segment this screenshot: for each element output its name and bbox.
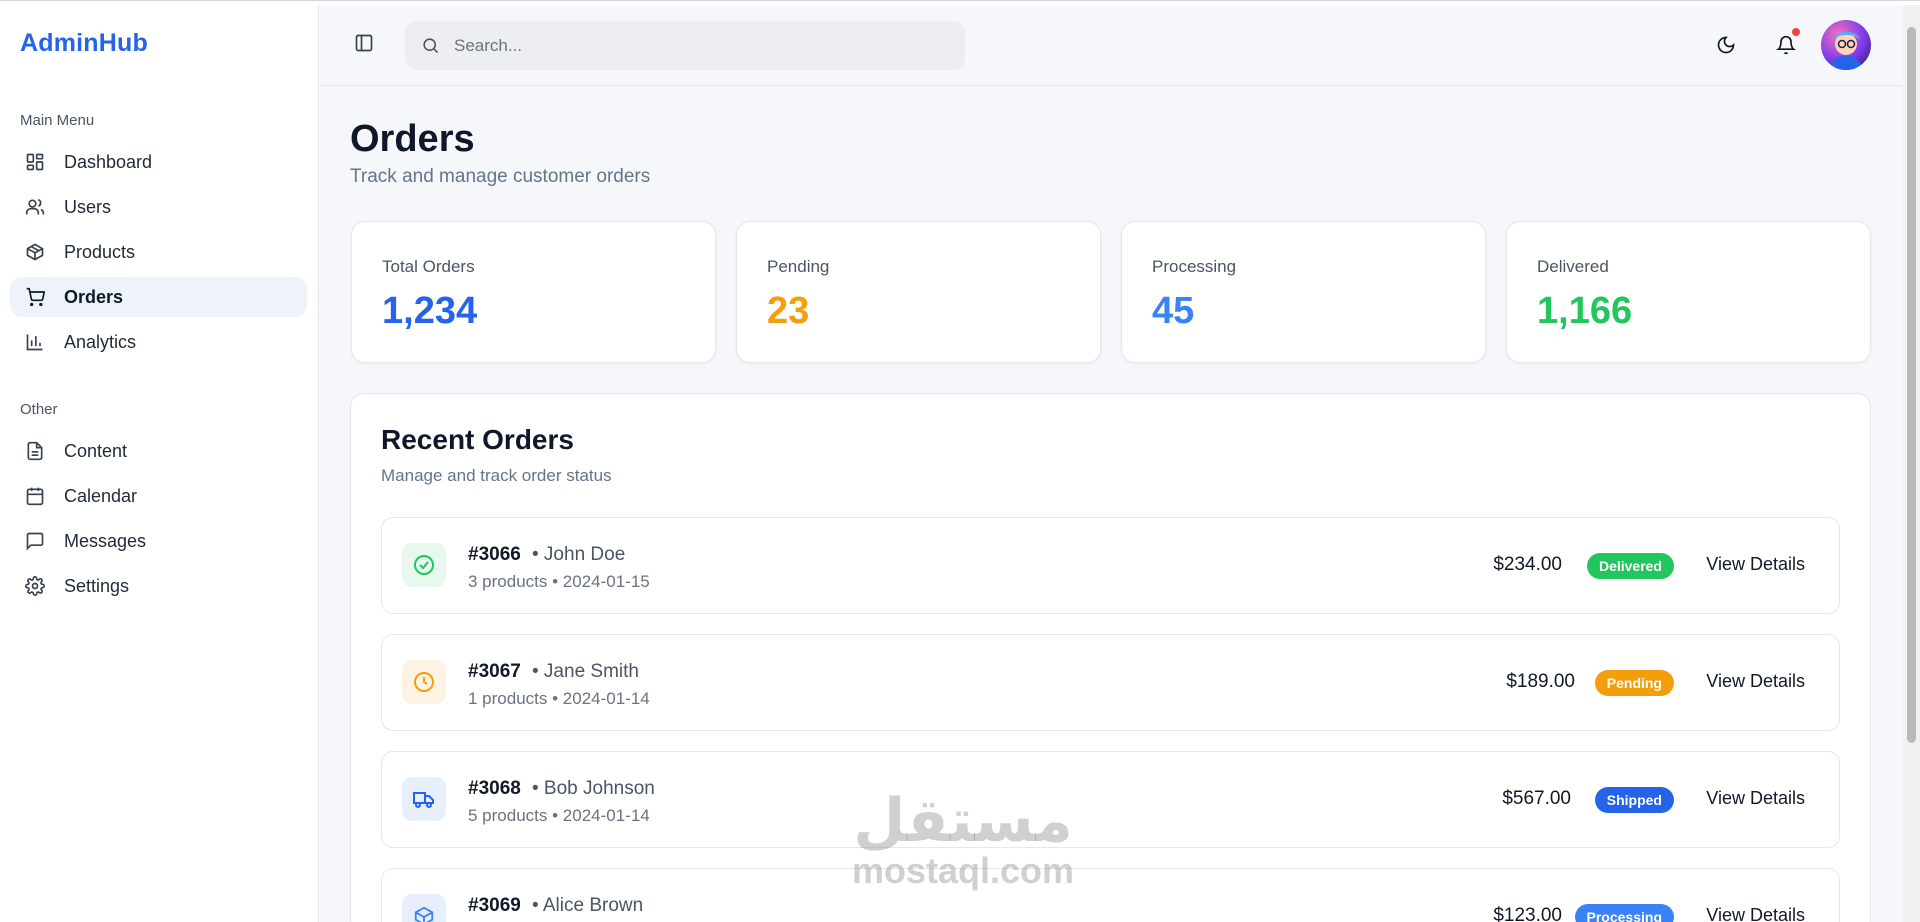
order-amount: $123.00 — [1493, 905, 1562, 922]
order-amount: $234.00 — [1493, 554, 1562, 575]
message-icon — [24, 530, 46, 552]
order-id: #3066 — [468, 544, 521, 565]
search-icon — [421, 36, 440, 55]
order-amount: $567.00 — [1502, 788, 1571, 809]
page-subtitle: Track and manage customer orders — [350, 166, 651, 187]
notification-dot — [1792, 28, 1800, 36]
sidebar-item-calendar[interactable]: Calendar — [10, 476, 307, 516]
sidebar-item-label: Products — [64, 241, 136, 262]
order-meta: 5 products • 2024-01-14 — [468, 806, 650, 825]
scrollbar[interactable] — [1903, 5, 1920, 922]
stat-card-delivered: Delivered 1,166 — [1506, 221, 1871, 363]
scrollbar-thumb[interactable] — [1907, 27, 1916, 743]
order-row[interactable]: #3069 • Alice Brown $123.00 Processing V… — [381, 868, 1840, 922]
sidebar-item-users[interactable]: Users — [10, 187, 307, 227]
sidebar-item-label: Users — [64, 196, 112, 217]
view-details-button[interactable]: View Details — [1706, 554, 1805, 575]
dashboard-icon — [24, 151, 46, 173]
order-customer: • Bob Johnson — [532, 778, 655, 799]
stat-value: 23 — [767, 290, 810, 332]
truck-icon — [402, 777, 446, 821]
order-amount: $189.00 — [1506, 671, 1575, 692]
stat-label: Total Orders — [382, 257, 475, 276]
check-circle-icon — [402, 543, 446, 587]
sidebar-item-orders[interactable]: Orders — [10, 277, 307, 317]
sidebar-item-analytics[interactable]: Analytics — [10, 322, 307, 362]
sidebar-item-messages[interactable]: Messages — [10, 521, 307, 561]
sidebar-item-settings[interactable]: Settings — [10, 566, 307, 606]
recent-orders-card: Recent Orders Manage and track order sta… — [350, 393, 1871, 922]
brand-logo[interactable]: AdminHub — [20, 29, 148, 58]
stat-card-processing: Processing 45 — [1121, 221, 1486, 363]
page-title: Orders — [350, 118, 475, 160]
stat-label: Processing — [1152, 257, 1237, 276]
sidebar-item-label: Calendar — [64, 485, 138, 506]
order-customer: • John Doe — [532, 544, 626, 565]
view-details-button[interactable]: View Details — [1706, 905, 1805, 922]
stat-label: Pending — [767, 257, 830, 276]
other-label: Other — [20, 401, 58, 418]
order-id: #3069 — [468, 895, 521, 916]
stat-card-pending: Pending 23 — [736, 221, 1101, 363]
stat-label: Delivered — [1537, 257, 1609, 276]
view-details-button[interactable]: View Details — [1706, 671, 1805, 692]
order-id: #3067 — [468, 661, 521, 682]
sidebar: AdminHub Main Menu Dashboard Users Produ… — [0, 5, 319, 922]
sidebar-item-content[interactable]: Content — [10, 431, 307, 471]
moon-icon[interactable] — [1714, 33, 1738, 57]
stat-value: 1,234 — [382, 290, 478, 332]
recent-orders-title: Recent Orders — [381, 424, 574, 455]
order-row[interactable]: #3068 • Bob Johnson 5 products • 2024-01… — [381, 751, 1840, 848]
status-badge: Processing — [1574, 904, 1674, 922]
order-row[interactable]: #3066 • John Doe 3 products • 2024-01-15… — [381, 517, 1840, 614]
file-icon — [24, 440, 46, 462]
calendar-icon — [24, 485, 46, 507]
order-meta: 1 products • 2024-01-14 — [468, 689, 650, 708]
sidebar-item-label: Settings — [64, 575, 130, 596]
order-id: #3068 — [468, 778, 521, 799]
view-details-button[interactable]: View Details — [1706, 788, 1805, 809]
order-customer: • Jane Smith — [532, 661, 639, 682]
search-bar[interactable] — [405, 21, 965, 70]
sidebar-item-label: Dashboard — [64, 151, 153, 172]
order-row[interactable]: #3067 • Jane Smith 1 products • 2024-01-… — [381, 634, 1840, 731]
main-menu-label: Main Menu — [20, 112, 95, 129]
sidebar-toggle-icon[interactable] — [352, 31, 376, 55]
sidebar-item-label: Content — [64, 440, 128, 461]
status-badge: Shipped — [1594, 787, 1674, 813]
sidebar-item-label: Orders — [64, 286, 124, 307]
stat-value: 1,166 — [1537, 290, 1633, 332]
package-icon — [24, 241, 46, 263]
order-customer: • Alice Brown — [532, 895, 644, 916]
avatar[interactable] — [1821, 20, 1871, 70]
users-icon — [24, 196, 46, 218]
recent-orders-subtitle: Manage and track order status — [381, 466, 612, 485]
stat-card-total: Total Orders 1,234 — [351, 221, 716, 363]
top-header — [320, 5, 1902, 86]
status-badge: Pending — [1594, 670, 1674, 696]
sidebar-item-products[interactable]: Products — [10, 232, 307, 272]
status-badge: Delivered — [1586, 553, 1674, 579]
cart-icon — [24, 286, 46, 308]
gear-icon — [24, 575, 46, 597]
sidebar-item-label: Analytics — [64, 331, 137, 352]
sidebar-item-label: Messages — [64, 530, 147, 551]
bell-icon[interactable] — [1774, 28, 1800, 57]
search-input[interactable] — [454, 35, 934, 56]
stat-value: 45 — [1152, 290, 1195, 332]
clock-icon — [402, 660, 446, 704]
sidebar-item-dashboard[interactable]: Dashboard — [10, 142, 307, 182]
bar-chart-icon — [24, 331, 46, 353]
package-icon — [402, 894, 446, 922]
order-meta: 3 products • 2024-01-15 — [468, 572, 650, 591]
